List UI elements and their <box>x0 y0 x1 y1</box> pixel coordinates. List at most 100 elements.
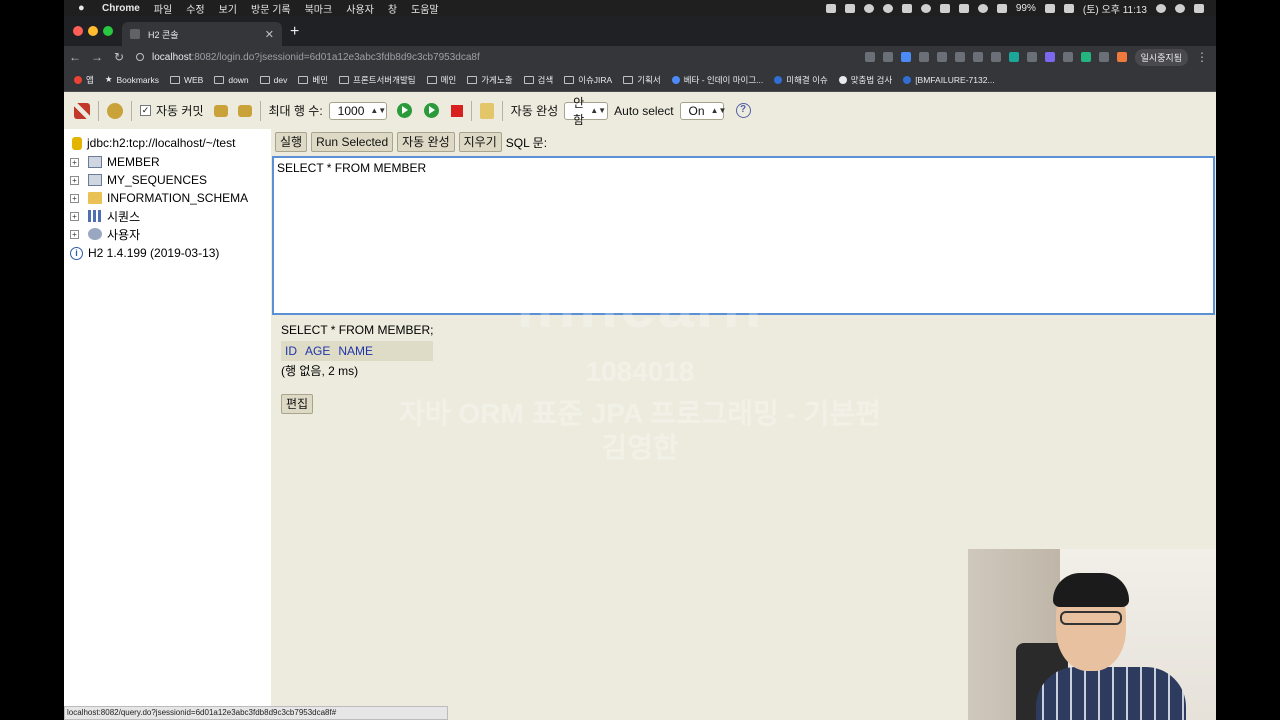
bookmark-unresolved-issue[interactable]: 미해결 이슈 <box>774 74 828 86</box>
new-tab-button[interactable]: + <box>290 23 299 41</box>
close-tab-icon[interactable]: ✕ <box>265 28 274 41</box>
execute-button[interactable]: 실행 <box>275 132 308 152</box>
extension-icon[interactable] <box>1116 52 1127 62</box>
bookmark-baemin[interactable]: 베민 <box>298 74 328 86</box>
volume-icon[interactable] <box>996 3 1007 13</box>
expand-icon[interactable]: + <box>70 211 79 221</box>
battery-icon[interactable] <box>1044 3 1055 13</box>
bookmark-spell-check[interactable]: 맞춤법 검사 <box>838 74 892 86</box>
extension-icon[interactable] <box>1080 52 1091 62</box>
star-icon[interactable] <box>882 52 893 62</box>
tree-item-information-schema[interactable]: + INFORMATION_SCHEMA <box>64 189 248 207</box>
expand-icon[interactable]: + <box>70 193 79 203</box>
pen-icon[interactable] <box>901 3 912 13</box>
spotlight-icon[interactable] <box>1156 3 1166 13</box>
extension-icon[interactable] <box>990 52 1001 62</box>
bookmark-search[interactable]: 검색 <box>523 74 553 86</box>
history-icon[interactable] <box>479 102 494 119</box>
run-icon[interactable] <box>396 103 412 118</box>
menu-app-name[interactable]: Chrome <box>102 3 140 14</box>
grid-icon[interactable] <box>939 3 950 13</box>
siri-icon[interactable] <box>1175 3 1185 13</box>
auto-commit-checkbox[interactable]: ✓ <box>140 105 151 116</box>
autocomplete-select[interactable]: 안함 ▲▼ <box>564 96 609 127</box>
bookmark-apps[interactable]: 앱 <box>74 74 94 86</box>
column-header-age[interactable]: AGE <box>301 341 334 361</box>
tree-item-member[interactable]: + MEMBER <box>64 153 160 171</box>
zoom-window-button[interactable] <box>103 26 113 36</box>
bookmark-store-exposure[interactable]: 가게노출 <box>467 74 513 86</box>
bookmark-beta-migration[interactable]: 베타 - 인데이 마이그... <box>671 74 763 86</box>
bookmark-dev[interactable]: dev <box>259 75 287 85</box>
bookmark-bookmarks[interactable]: ★ Bookmarks <box>105 74 159 85</box>
translate-extension-icon[interactable] <box>900 52 911 62</box>
run-selected-icon[interactable] <box>423 103 439 118</box>
profile-button[interactable]: 일시중지됨 <box>1134 48 1188 66</box>
expand-icon[interactable]: + <box>70 175 79 185</box>
menu-file[interactable]: 파일 <box>154 1 172 16</box>
tab-h2-console[interactable]: H2 콘솔 ✕ <box>122 22 282 46</box>
tree-item-users[interactable]: + 사용자 <box>64 225 140 243</box>
tree-item-sequences[interactable]: + 시퀀스 <box>64 207 140 225</box>
column-header-name[interactable]: NAME <box>334 341 383 361</box>
wifi-icon[interactable] <box>977 3 988 13</box>
input-source-icon[interactable] <box>1063 3 1074 13</box>
commit-icon[interactable] <box>237 104 252 117</box>
site-info-icon[interactable] <box>136 53 144 61</box>
column-header-id[interactable]: ID <box>281 341 301 361</box>
back-icon[interactable]: ← <box>64 50 86 64</box>
expand-icon[interactable]: + <box>70 229 79 239</box>
grammarly-extension-icon[interactable] <box>1008 52 1019 62</box>
menu-window[interactable]: 창 <box>388 1 397 16</box>
stop-icon[interactable] <box>450 104 463 117</box>
reload-icon[interactable]: ↻ <box>108 50 130 64</box>
forward-icon[interactable]: → <box>86 50 108 64</box>
close-window-button[interactable] <box>73 26 83 36</box>
help-icon[interactable]: ? <box>735 103 751 118</box>
apple-icon[interactable]: ● <box>78 2 92 14</box>
notification-center-icon[interactable] <box>1194 3 1204 13</box>
auto-select-select[interactable]: On ▲▼ <box>679 101 726 120</box>
qr-extension-icon[interactable] <box>1098 52 1109 62</box>
menu-help[interactable]: 도움말 <box>411 1 439 16</box>
info-icon[interactable] <box>882 3 893 13</box>
clock[interactable]: (토) 오후 11:13 <box>1083 1 1147 16</box>
extension-icon[interactable] <box>972 52 983 62</box>
autocomplete-button[interactable]: 자동 완성 <box>397 132 455 152</box>
address-bar[interactable]: localhost:8082/login.do?jsessionid=6d01a… <box>136 48 826 66</box>
menu-people[interactable]: 사용자 <box>346 1 374 16</box>
more-menu-icon[interactable]: ⋮ <box>1196 50 1208 64</box>
menu-view[interactable]: 보기 <box>219 1 237 16</box>
bookmark-web[interactable]: WEB <box>169 75 203 85</box>
cloud-icon[interactable] <box>920 3 931 13</box>
disconnect-icon[interactable] <box>74 102 90 119</box>
clear-button[interactable]: 지우기 <box>458 132 502 152</box>
search-icon[interactable] <box>864 52 875 62</box>
edit-button[interactable]: 편집 <box>281 394 314 414</box>
max-rows-select[interactable]: 1000 ▲▼ <box>328 101 387 120</box>
tree-item-my-sequences[interactable]: + MY_SEQUENCES <box>64 171 207 189</box>
menu-bookmarks[interactable]: 북마크 <box>305 1 333 16</box>
sql-editor[interactable]: SELECT * FROM MEMBER <box>272 156 1215 315</box>
drive-extension-icon[interactable] <box>1062 52 1073 62</box>
menu-edit[interactable]: 수정 <box>186 1 204 16</box>
rollback-icon[interactable] <box>213 104 228 117</box>
pocket-extension-icon[interactable] <box>936 52 947 62</box>
refresh-icon[interactable] <box>107 102 123 119</box>
minimize-window-button[interactable] <box>88 26 98 36</box>
bookmark-issue-jira[interactable]: 이슈JIRA <box>564 74 612 86</box>
bookmark-bmfailure[interactable]: [BMFAILURE-7132... <box>903 75 995 85</box>
bookmark-down[interactable]: down <box>214 75 249 85</box>
extension-icon[interactable] <box>954 52 965 62</box>
notes-icon[interactable] <box>825 3 836 13</box>
run-selected-button[interactable]: Run Selected <box>311 132 394 152</box>
extension-icon[interactable] <box>1044 52 1055 62</box>
expand-icon[interactable]: + <box>70 157 79 167</box>
sync-icon[interactable] <box>863 3 874 13</box>
bluetooth-icon[interactable] <box>958 3 969 13</box>
bookmark-planning[interactable]: 기획서 <box>623 74 661 86</box>
screen-icon[interactable] <box>844 3 855 13</box>
battery-percent[interactable]: 99% <box>1016 3 1036 14</box>
bookmark-main[interactable]: 메인 <box>426 74 456 86</box>
tree-connection[interactable]: jdbc:h2:tcp://localhost/~/test <box>64 134 235 152</box>
